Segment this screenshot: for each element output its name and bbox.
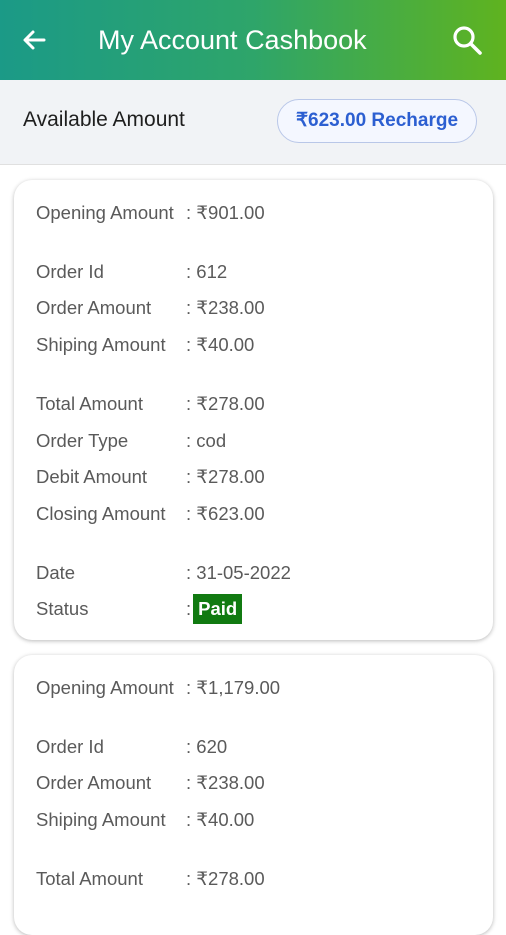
recharge-button[interactable]: ₹623.00 Recharge bbox=[277, 99, 477, 143]
shipping-amount-label: Shiping Amount bbox=[36, 334, 166, 355]
total-amount-label: Total Amount bbox=[36, 393, 143, 414]
opening-amount-label: Opening Amount bbox=[36, 202, 174, 223]
opening-amount-value: : ₹1,179.00 bbox=[186, 677, 281, 698]
debit-amount-value: : ₹278.00 bbox=[186, 466, 265, 487]
shipping-amount-value: : ₹40.00 bbox=[186, 809, 255, 830]
order-amount-label: Order Amount bbox=[36, 772, 152, 793]
cashbook-entry-card: Opening Amount : ₹1,179.00 Order Id : 62… bbox=[14, 655, 493, 935]
order-amount-label: Order Amount bbox=[36, 297, 152, 318]
available-amount-label: Available Amount bbox=[23, 108, 185, 131]
shipping-amount-label: Shiping Amount bbox=[36, 809, 166, 830]
order-type-value: : cod bbox=[186, 430, 227, 451]
status-value: : Paid bbox=[186, 594, 243, 624]
shipping-amount-value: : ₹40.00 bbox=[186, 334, 255, 355]
total-amount-label: Total Amount bbox=[36, 868, 143, 889]
total-amount-value: : ₹278.00 bbox=[186, 868, 265, 889]
order-amount-value: : ₹238.00 bbox=[186, 297, 265, 318]
status-colon: : bbox=[186, 598, 192, 619]
closing-amount-label: Closing Amount bbox=[36, 503, 166, 524]
page-title: My Account Cashbook bbox=[98, 25, 367, 55]
search-icon[interactable] bbox=[450, 23, 484, 57]
date-value: : 31-05-2022 bbox=[186, 562, 291, 583]
closing-amount-value: : ₹623.00 bbox=[186, 503, 265, 524]
order-id-value: : 620 bbox=[186, 736, 228, 757]
back-arrow-icon[interactable] bbox=[18, 24, 50, 56]
available-amount-bar: Available Amount ₹623.00 Recharge bbox=[0, 80, 506, 165]
order-id-label: Order Id bbox=[36, 261, 104, 282]
order-id-label: Order Id bbox=[36, 736, 104, 757]
order-type-label: Order Type bbox=[36, 430, 129, 451]
opening-amount-label: Opening Amount bbox=[36, 677, 174, 698]
order-amount-value: : ₹238.00 bbox=[186, 772, 265, 793]
date-label: Date bbox=[36, 562, 76, 583]
status-badge: Paid bbox=[193, 594, 243, 624]
status-label: Status bbox=[36, 598, 89, 619]
debit-amount-label: Debit Amount bbox=[36, 466, 148, 487]
order-id-value: : 612 bbox=[186, 261, 228, 282]
cashbook-entry-card: Opening Amount : ₹901.00 Order Id : 612 … bbox=[14, 180, 493, 640]
app-bar: My Account Cashbook bbox=[0, 0, 506, 80]
total-amount-value: : ₹278.00 bbox=[186, 393, 265, 414]
opening-amount-value: : ₹901.00 bbox=[186, 202, 265, 223]
